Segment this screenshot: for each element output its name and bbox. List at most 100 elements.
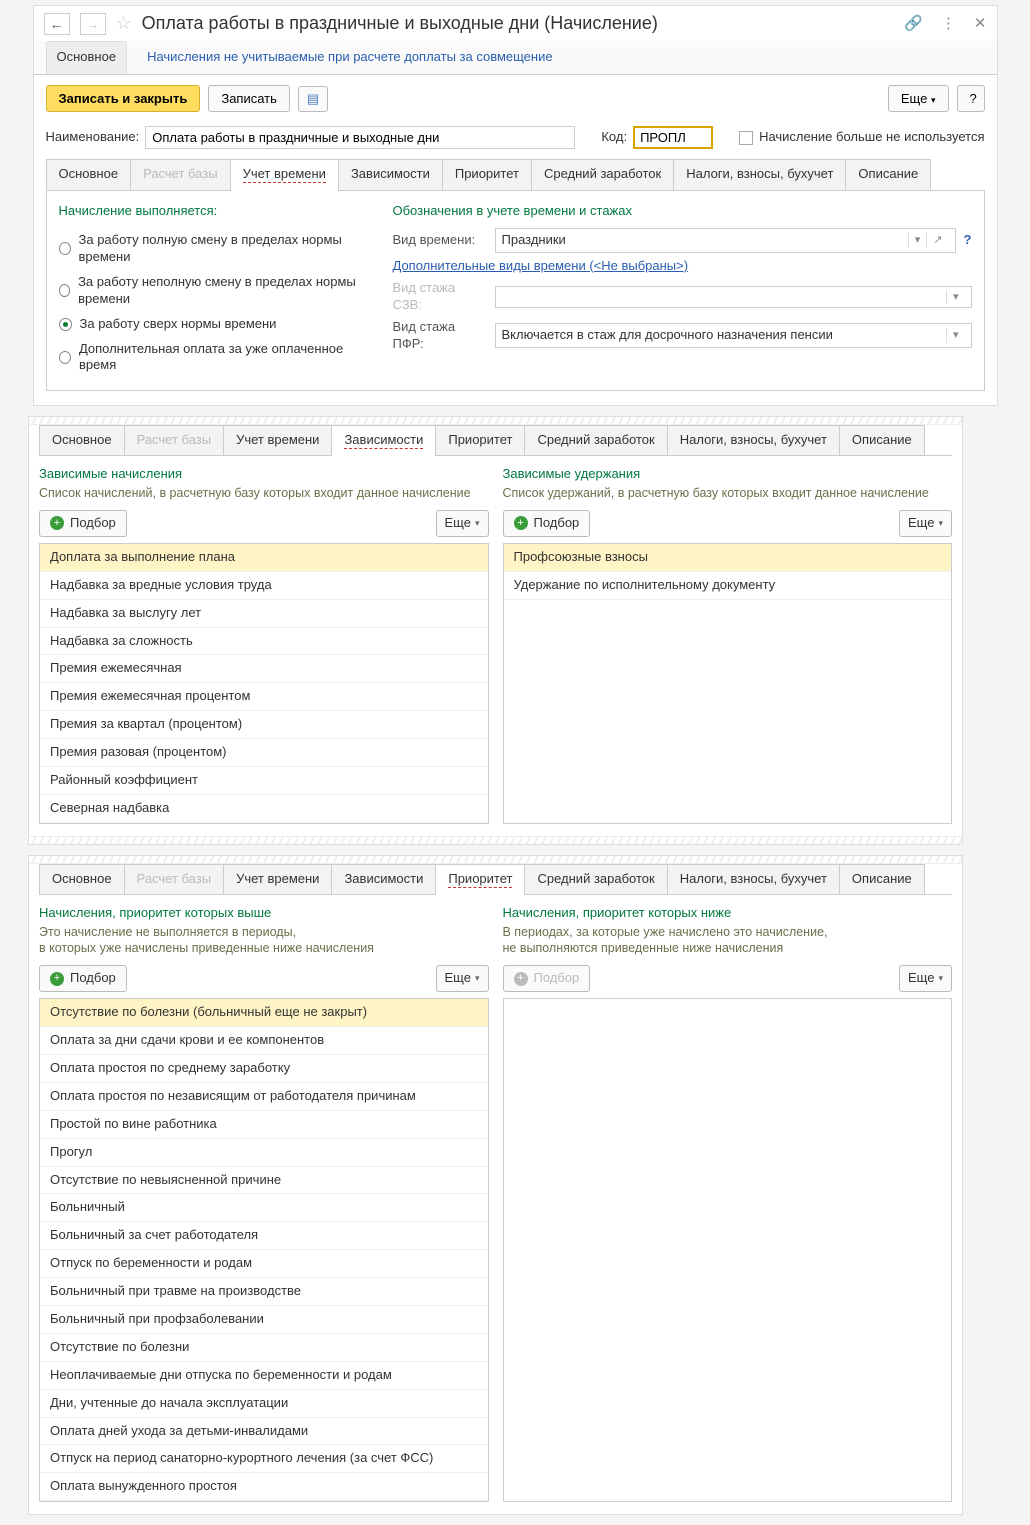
dep-tab-sredniy[interactable]: Средний заработок	[524, 425, 667, 455]
list-item[interactable]: Больничный при травме на производстве	[40, 1278, 488, 1306]
tab-osnovnoe[interactable]: Основное	[46, 159, 132, 190]
kebab-icon[interactable]: ⋮	[941, 14, 956, 34]
prio-tab-nalogi[interactable]: Налоги, взносы, бухучет	[667, 864, 840, 894]
list-item[interactable]: Больничный	[40, 1194, 488, 1222]
list-item[interactable]: Оплата простоя по среднему заработку	[40, 1055, 488, 1083]
list-item[interactable]: Отсутствие по невыясненной причине	[40, 1167, 488, 1195]
podbor-button-prio-right[interactable]: + Подбор	[503, 965, 591, 992]
prio-high-sub: Это начисление не выполняется в периоды,…	[39, 924, 489, 958]
list-item[interactable]: Отпуск по беременности и родам	[40, 1250, 488, 1278]
back-button[interactable]: ←	[44, 13, 70, 35]
tab-sredniy-zarabotok[interactable]: Средний заработок	[531, 159, 674, 190]
list-item[interactable]: Премия разовая (процентом)	[40, 739, 488, 767]
list-item[interactable]: Районный коэффициент	[40, 767, 488, 795]
list-item[interactable]: Отсутствие по болезни (больничный еще не…	[40, 999, 488, 1027]
list-item[interactable]: Премия ежемесячная процентом	[40, 683, 488, 711]
list-item[interactable]: Надбавка за выслугу лет	[40, 600, 488, 628]
dep-tab-nalogi[interactable]: Налоги, взносы, бухучет	[667, 425, 840, 455]
prio-low-list[interactable]	[503, 998, 953, 1502]
dep-deductions-list[interactable]: Профсоюзные взносыУдержание по исполните…	[503, 543, 953, 824]
prio-tab-opisanie[interactable]: Описание	[839, 864, 925, 894]
list-item[interactable]: Отсутствие по болезни	[40, 1334, 488, 1362]
more-button-dep-left[interactable]: Еще▾	[436, 510, 489, 537]
tab-zavisimosti[interactable]: Зависимости	[338, 159, 443, 190]
radio-option[interactable]: За работу полную смену в пределах нормы …	[59, 228, 369, 270]
main-tab-accruals[interactable]: Начисления не учитываемые при расчете до…	[143, 41, 557, 74]
plus-icon: +	[50, 516, 64, 530]
unused-checkbox[interactable]	[739, 131, 753, 145]
dep-tab-uchet[interactable]: Учет времени	[223, 425, 332, 455]
prio-high-list[interactable]: Отсутствие по болезни (больничный еще не…	[39, 998, 489, 1502]
prio-tab-raschet[interactable]: Расчет базы	[124, 864, 225, 894]
vid-vremeni-select[interactable]: Праздники ▾↗	[495, 228, 956, 253]
dep-tab-opisanie[interactable]: Описание	[839, 425, 925, 455]
list-item[interactable]: Премия ежемесячная	[40, 655, 488, 683]
list-item[interactable]: Удержание по исполнительному документу	[504, 572, 952, 600]
tab-nalogi[interactable]: Налоги, взносы, бухучет	[673, 159, 846, 190]
dep-tab-prioritet[interactable]: Приоритет	[435, 425, 525, 455]
podbor-button-dep-right[interactable]: + Подбор	[503, 510, 591, 537]
save-button[interactable]: Записать	[208, 85, 290, 112]
prio-tab-prioritet[interactable]: Приоритет	[435, 864, 525, 894]
podbor-button-dep-left[interactable]: + Подбор	[39, 510, 127, 537]
list-item[interactable]: Простой по вине работника	[40, 1111, 488, 1139]
dep-tab-zavisimosti[interactable]: Зависимости	[331, 425, 436, 455]
forward-button[interactable]: →	[80, 13, 106, 35]
prio-tab-zavisimosti[interactable]: Зависимости	[331, 864, 436, 894]
list-item[interactable]: Прогул	[40, 1139, 488, 1167]
list-item[interactable]: Неоплачиваемые дни отпуска по беременнос…	[40, 1362, 488, 1390]
code-input[interactable]	[633, 126, 713, 149]
dep-accruals-sub: Список начислений, в расчетную базу кото…	[39, 485, 489, 502]
dep-tab-raschet[interactable]: Расчет базы	[124, 425, 225, 455]
list-item[interactable]: Оплата за дни сдачи крови и ее компонент…	[40, 1027, 488, 1055]
prio-tab-osnovnoe[interactable]: Основное	[39, 864, 125, 894]
list-item[interactable]: Северная надбавка	[40, 795, 488, 823]
help-button[interactable]: ?	[957, 85, 985, 112]
radio-option[interactable]: За работу неполную смену в пределах норм…	[59, 270, 369, 312]
list-item[interactable]: Больничный при профзаболевании	[40, 1306, 488, 1334]
name-input[interactable]	[145, 126, 575, 149]
help-icon[interactable]: ?	[964, 232, 972, 249]
pfr-select[interactable]: Включается в стаж для досрочного назначе…	[495, 323, 972, 348]
list-item[interactable]: Доплата за выполнение плана	[40, 544, 488, 572]
more-button-prio-left[interactable]: Еще▾	[436, 965, 489, 992]
tab-opisanie[interactable]: Описание	[845, 159, 931, 190]
more-button-prio-right[interactable]: Еще▾	[899, 965, 952, 992]
dep-tabs: Основное Расчет базы Учет времени Зависи…	[39, 425, 952, 456]
vid-vremeni-label: Вид времени:	[393, 232, 487, 249]
tab-raschet-bazy[interactable]: Расчет базы	[130, 159, 231, 190]
list-item[interactable]: Отпуск на период санаторно-курортного ле…	[40, 1445, 488, 1473]
more-button[interactable]: Еще ▾	[888, 85, 949, 112]
list-item[interactable]: Профсоюзные взносы	[504, 544, 952, 572]
extra-time-types-link[interactable]: Дополнительные виды времени (<Не выбраны…	[393, 258, 689, 275]
dep-accruals-list[interactable]: Доплата за выполнение планаНадбавка за в…	[39, 543, 489, 824]
radio-option[interactable]: За работу сверх нормы времени	[59, 312, 369, 337]
radio-option[interactable]: Дополнительная оплата за уже оплаченное …	[59, 337, 369, 379]
prio-tab-sredniy[interactable]: Средний заработок	[524, 864, 667, 894]
save-close-button[interactable]: Записать и закрыть	[46, 85, 201, 112]
list-item[interactable]: Оплата вынужденного простоя	[40, 1473, 488, 1501]
podbor-button-prio-left[interactable]: + Подбор	[39, 965, 127, 992]
star-icon[interactable]: ☆	[116, 12, 132, 35]
close-icon[interactable]: ✕	[974, 14, 987, 34]
link-icon[interactable]: 🔗	[904, 14, 923, 34]
list-item[interactable]: Дни, учтенные до начала эксплуатации	[40, 1390, 488, 1418]
list-item[interactable]: Премия за квартал (процентом)	[40, 711, 488, 739]
prio-tab-uchet[interactable]: Учет времени	[223, 864, 332, 894]
pfr-label: Вид стажа ПФР:	[393, 319, 487, 353]
more-button-dep-right[interactable]: Еще▾	[899, 510, 952, 537]
window-title: Оплата работы в праздничные и выходные д…	[142, 12, 895, 35]
dep-tab-osnovnoe[interactable]: Основное	[39, 425, 125, 455]
radio-label: За работу неполную смену в пределах норм…	[78, 274, 368, 308]
list-item[interactable]: Оплата простоя по независящим от работод…	[40, 1083, 488, 1111]
szv-select[interactable]: ▾	[495, 286, 972, 308]
section-tabs: Основное Расчет базы Учет времени Зависи…	[46, 159, 985, 191]
list-item[interactable]: Больничный за счет работодателя	[40, 1222, 488, 1250]
list-item[interactable]: Надбавка за сложность	[40, 628, 488, 656]
list-item[interactable]: Надбавка за вредные условия труда	[40, 572, 488, 600]
list-item[interactable]: Оплата дней ухода за детьми-инвалидами	[40, 1418, 488, 1446]
tab-prioritet[interactable]: Приоритет	[442, 159, 532, 190]
tab-uchet-vremeni[interactable]: Учет времени	[230, 159, 339, 190]
report-icon-button[interactable]: ▤	[298, 86, 328, 112]
main-tab-osnovnoe[interactable]: Основное	[46, 41, 128, 74]
